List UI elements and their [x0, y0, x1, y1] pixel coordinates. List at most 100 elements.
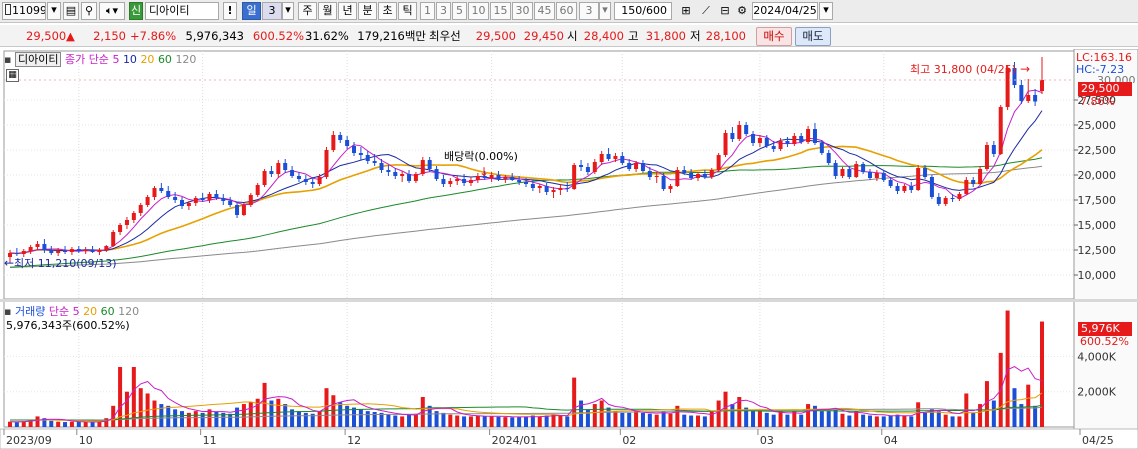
- compare-tool-button[interactable]: ⟋: [697, 2, 715, 20]
- volume-bar: [530, 415, 535, 427]
- volume-bar: [682, 414, 687, 427]
- volume-bar: [214, 412, 219, 427]
- candle-body: [400, 174, 405, 176]
- minute-step-label: 1: [424, 4, 431, 17]
- volume-bar: [331, 395, 336, 427]
- ma60-label: 60: [157, 53, 172, 66]
- chart-area[interactable]: 10,000 12,500 15,000 17,500 20,000 22,500 25,0…: [0, 49, 1138, 449]
- date-field[interactable]: 2024/04/25: [752, 2, 818, 20]
- candle-body: [551, 190, 556, 192]
- candle-body: [544, 186, 549, 192]
- date-tick-label: 03: [760, 434, 774, 447]
- buy-button[interactable]: 매수: [756, 27, 792, 46]
- sell-button[interactable]: 매도: [795, 27, 831, 46]
- candle-body: [372, 161, 377, 163]
- period-second-button[interactable]: 초: [378, 2, 397, 20]
- volume-bar: [778, 411, 783, 427]
- volume-bar: [606, 407, 611, 427]
- candle-body: [696, 174, 700, 178]
- interval-dropdown[interactable]: ▾: [599, 2, 611, 20]
- vma5-label: 5: [72, 305, 80, 318]
- settings-button[interactable]: ⚙: [734, 2, 750, 20]
- candle-body: [90, 250, 95, 252]
- candle-body: [971, 180, 976, 184]
- candle-body: [984, 145, 989, 169]
- candle-body: [572, 165, 577, 189]
- candle-body: [957, 194, 962, 199]
- minute-step-45[interactable]: 45: [534, 2, 555, 20]
- volume-bar: [592, 404, 597, 427]
- period-tick-button[interactable]: 틱: [398, 2, 417, 20]
- speaker-button[interactable]: 🔈︎▾: [99, 2, 125, 20]
- candle-body: [716, 155, 721, 170]
- candle-body: [806, 129, 811, 142]
- volume-bar: [83, 422, 88, 427]
- minute-step-label: 3: [440, 4, 447, 17]
- candle-body: [221, 198, 226, 201]
- period-month-button[interactable]: 월: [318, 2, 337, 20]
- stock-code-input[interactable]: 110990: [2, 2, 46, 20]
- code-dropdown-button[interactable]: ▾: [47, 2, 61, 20]
- volume-bar: [262, 382, 267, 427]
- price-change: 2,150: [93, 29, 126, 43]
- volume-legend: ▪ 거래량 단순 5 20 60 120: [4, 305, 139, 319]
- candle-body: [943, 198, 948, 204]
- alert-button[interactable]: !: [223, 2, 237, 20]
- candle-body: [63, 251, 68, 252]
- ma10-label: 10: [122, 53, 137, 66]
- speaker-icon: 🔈︎▾: [105, 4, 119, 17]
- price-volume-chart[interactable]: 10,000 12,500 15,000 17,500 20,000 22,500 25,0…: [0, 49, 1138, 449]
- volume-bar: [957, 416, 962, 427]
- candle-body: [682, 170, 687, 173]
- triangle-down-icon: ▾: [602, 3, 608, 16]
- panel-menu-icon[interactable]: ▪: [4, 305, 11, 318]
- stock-list-button[interactable]: ▤: [63, 2, 79, 20]
- quote-bar: 29,500 ▲ 2,150 +7.86% 5,976,343 600.52% …: [0, 25, 1138, 47]
- grid-toggle-icon[interactable]: ▦: [6, 69, 19, 82]
- minute-step-1[interactable]: 1: [420, 2, 435, 20]
- interval-field[interactable]: 3: [579, 2, 599, 20]
- volume-bar: [868, 415, 872, 427]
- minute-step-30[interactable]: 30: [512, 2, 533, 20]
- volume-bar: [826, 411, 831, 427]
- period-num-field[interactable]: 3: [262, 2, 282, 20]
- minute-step-10[interactable]: 10: [468, 2, 489, 20]
- volume-bar: [854, 411, 859, 427]
- chart-tools-button[interactable]: ⊞: [676, 2, 696, 20]
- down-arrow-icon: ↓: [479, 165, 490, 179]
- period-num-dropdown[interactable]: ▾: [282, 2, 294, 20]
- volume-bar: [407, 414, 412, 427]
- date-tick-label: 10: [79, 434, 93, 447]
- candle-body: [111, 232, 116, 246]
- candle-body: [193, 198, 198, 203]
- minute-step-15[interactable]: 15: [490, 2, 511, 20]
- period-minute-button[interactable]: 분: [358, 2, 377, 20]
- candle-body: [744, 125, 749, 134]
- candle-body: [118, 225, 123, 232]
- candle-body: [276, 163, 281, 174]
- minute-step-5[interactable]: 5: [452, 2, 467, 20]
- panel-separator: [0, 299, 1138, 302]
- panel-menu-icon[interactable]: ▪: [4, 53, 11, 66]
- volume-bar: [241, 404, 246, 427]
- period-day-button[interactable]: 일: [242, 2, 261, 20]
- minute-step-60[interactable]: 60: [556, 2, 577, 20]
- candle-body: [902, 186, 907, 191]
- candle-body: [606, 154, 611, 159]
- high-annotation: 최고 31,800 (04/25): [910, 63, 1017, 76]
- volume-bar: [950, 416, 955, 427]
- stock-name-field[interactable]: 디아이티: [145, 2, 219, 20]
- candle-body: [819, 143, 824, 153]
- period-week-button[interactable]: 주: [298, 2, 317, 20]
- date-dropdown[interactable]: ▾: [819, 2, 833, 20]
- indicator-tool-button[interactable]: ⊟: [716, 2, 734, 20]
- period-year-button[interactable]: 년: [338, 2, 357, 20]
- candle-body: [854, 164, 859, 177]
- count-field[interactable]: 150/600: [614, 2, 672, 20]
- search-button[interactable]: ⚲: [81, 2, 97, 20]
- candle-body: [324, 150, 329, 177]
- volume-bar: [97, 421, 102, 427]
- date-value: 2024/04/25: [753, 4, 817, 17]
- volume-bar: [647, 413, 652, 427]
- minute-step-3[interactable]: 3: [436, 2, 451, 20]
